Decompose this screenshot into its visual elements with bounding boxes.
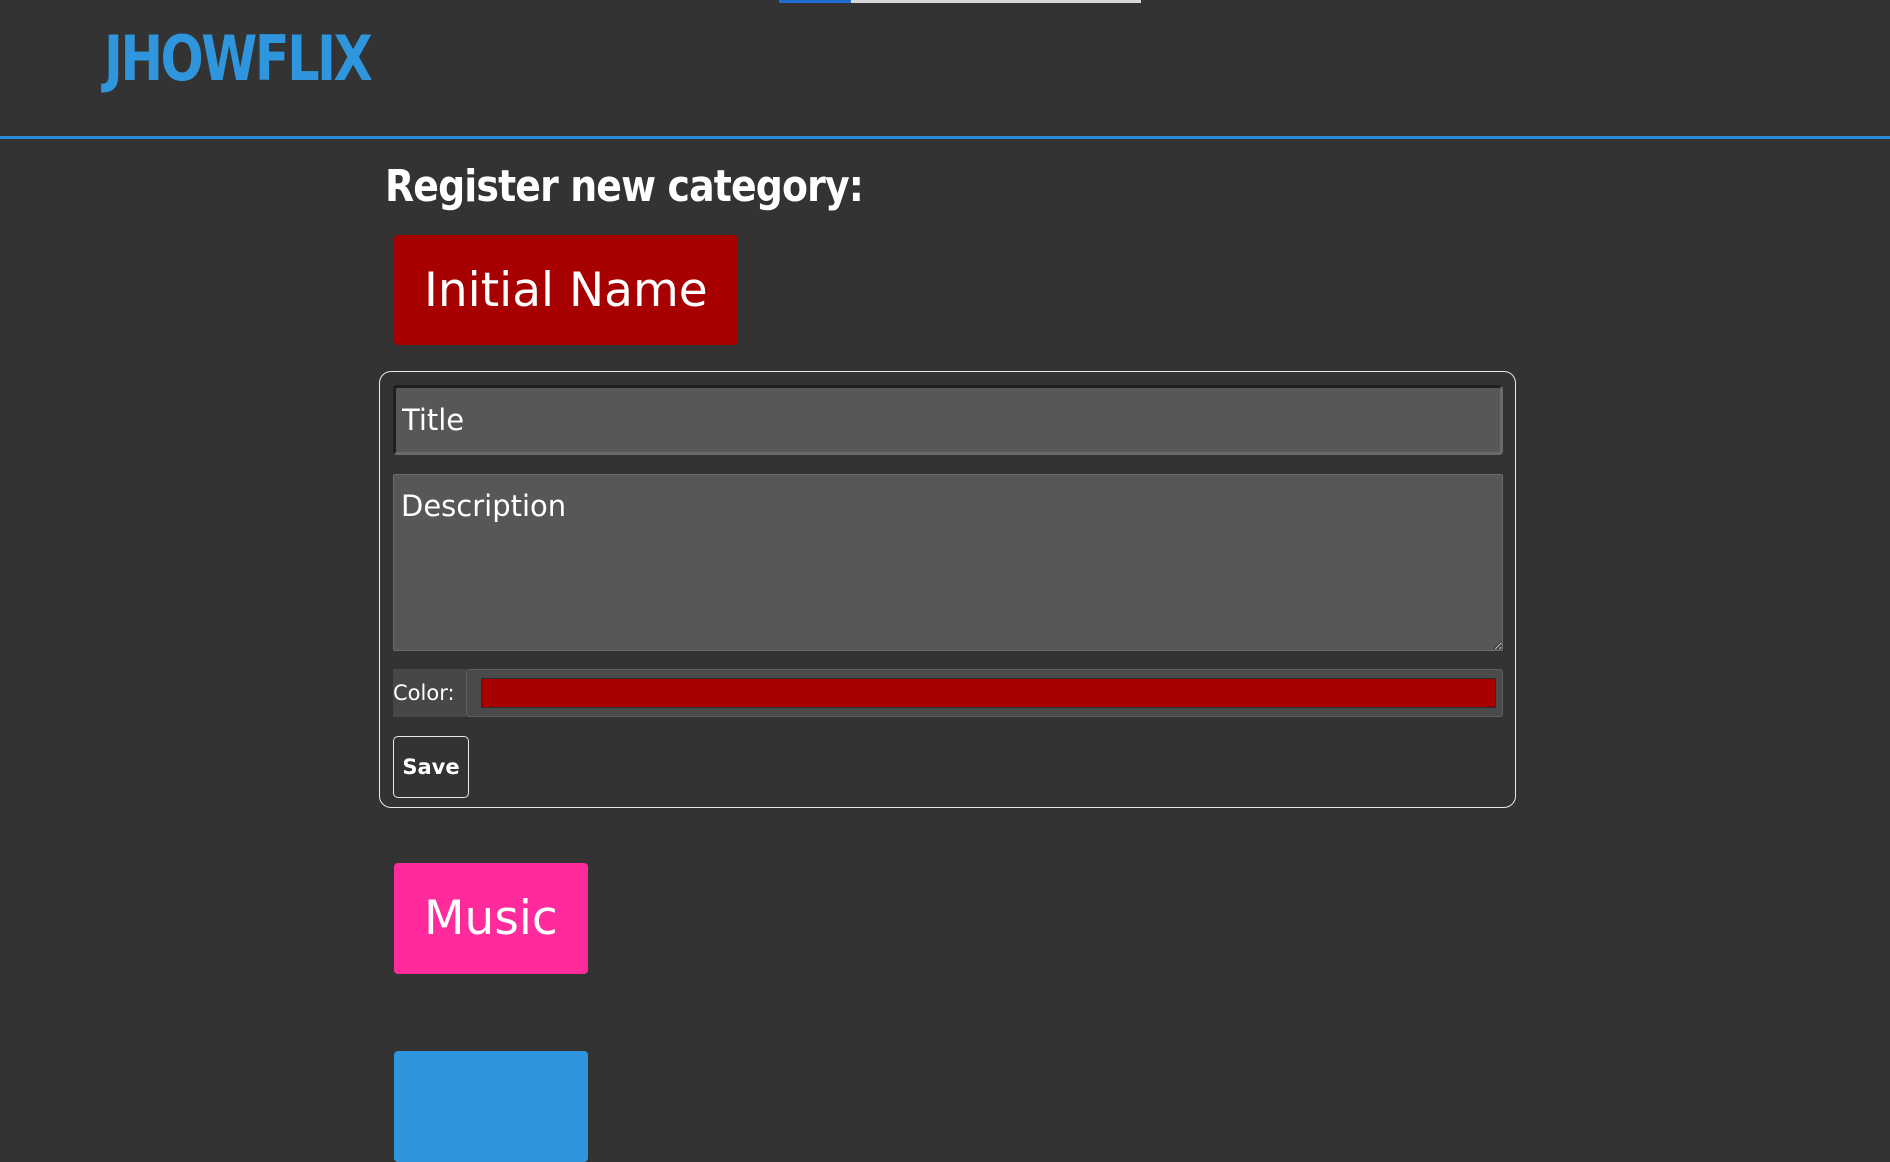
title-input[interactable] (393, 385, 1503, 455)
top-navbar: JHOWFLIX (0, 0, 1890, 139)
category-tag[interactable]: Music (394, 863, 588, 974)
color-label: Color: (393, 669, 466, 717)
category-preview-tag: Initial Name (394, 235, 738, 345)
category-form: Color: Save (379, 371, 1516, 808)
save-button[interactable]: Save (393, 736, 469, 798)
category-preview-label: Initial Name (424, 262, 708, 318)
color-swatch[interactable] (481, 678, 1496, 708)
color-picker[interactable] (466, 669, 1503, 717)
description-input[interactable] (393, 474, 1503, 651)
category-tag-label: Music (424, 891, 558, 946)
category-tag[interactable] (394, 1051, 588, 1162)
color-row: Color: (393, 669, 1503, 717)
page-title: Register new category: (385, 161, 864, 212)
jhowflix-logo[interactable]: JHOWFLIX (104, 28, 373, 90)
